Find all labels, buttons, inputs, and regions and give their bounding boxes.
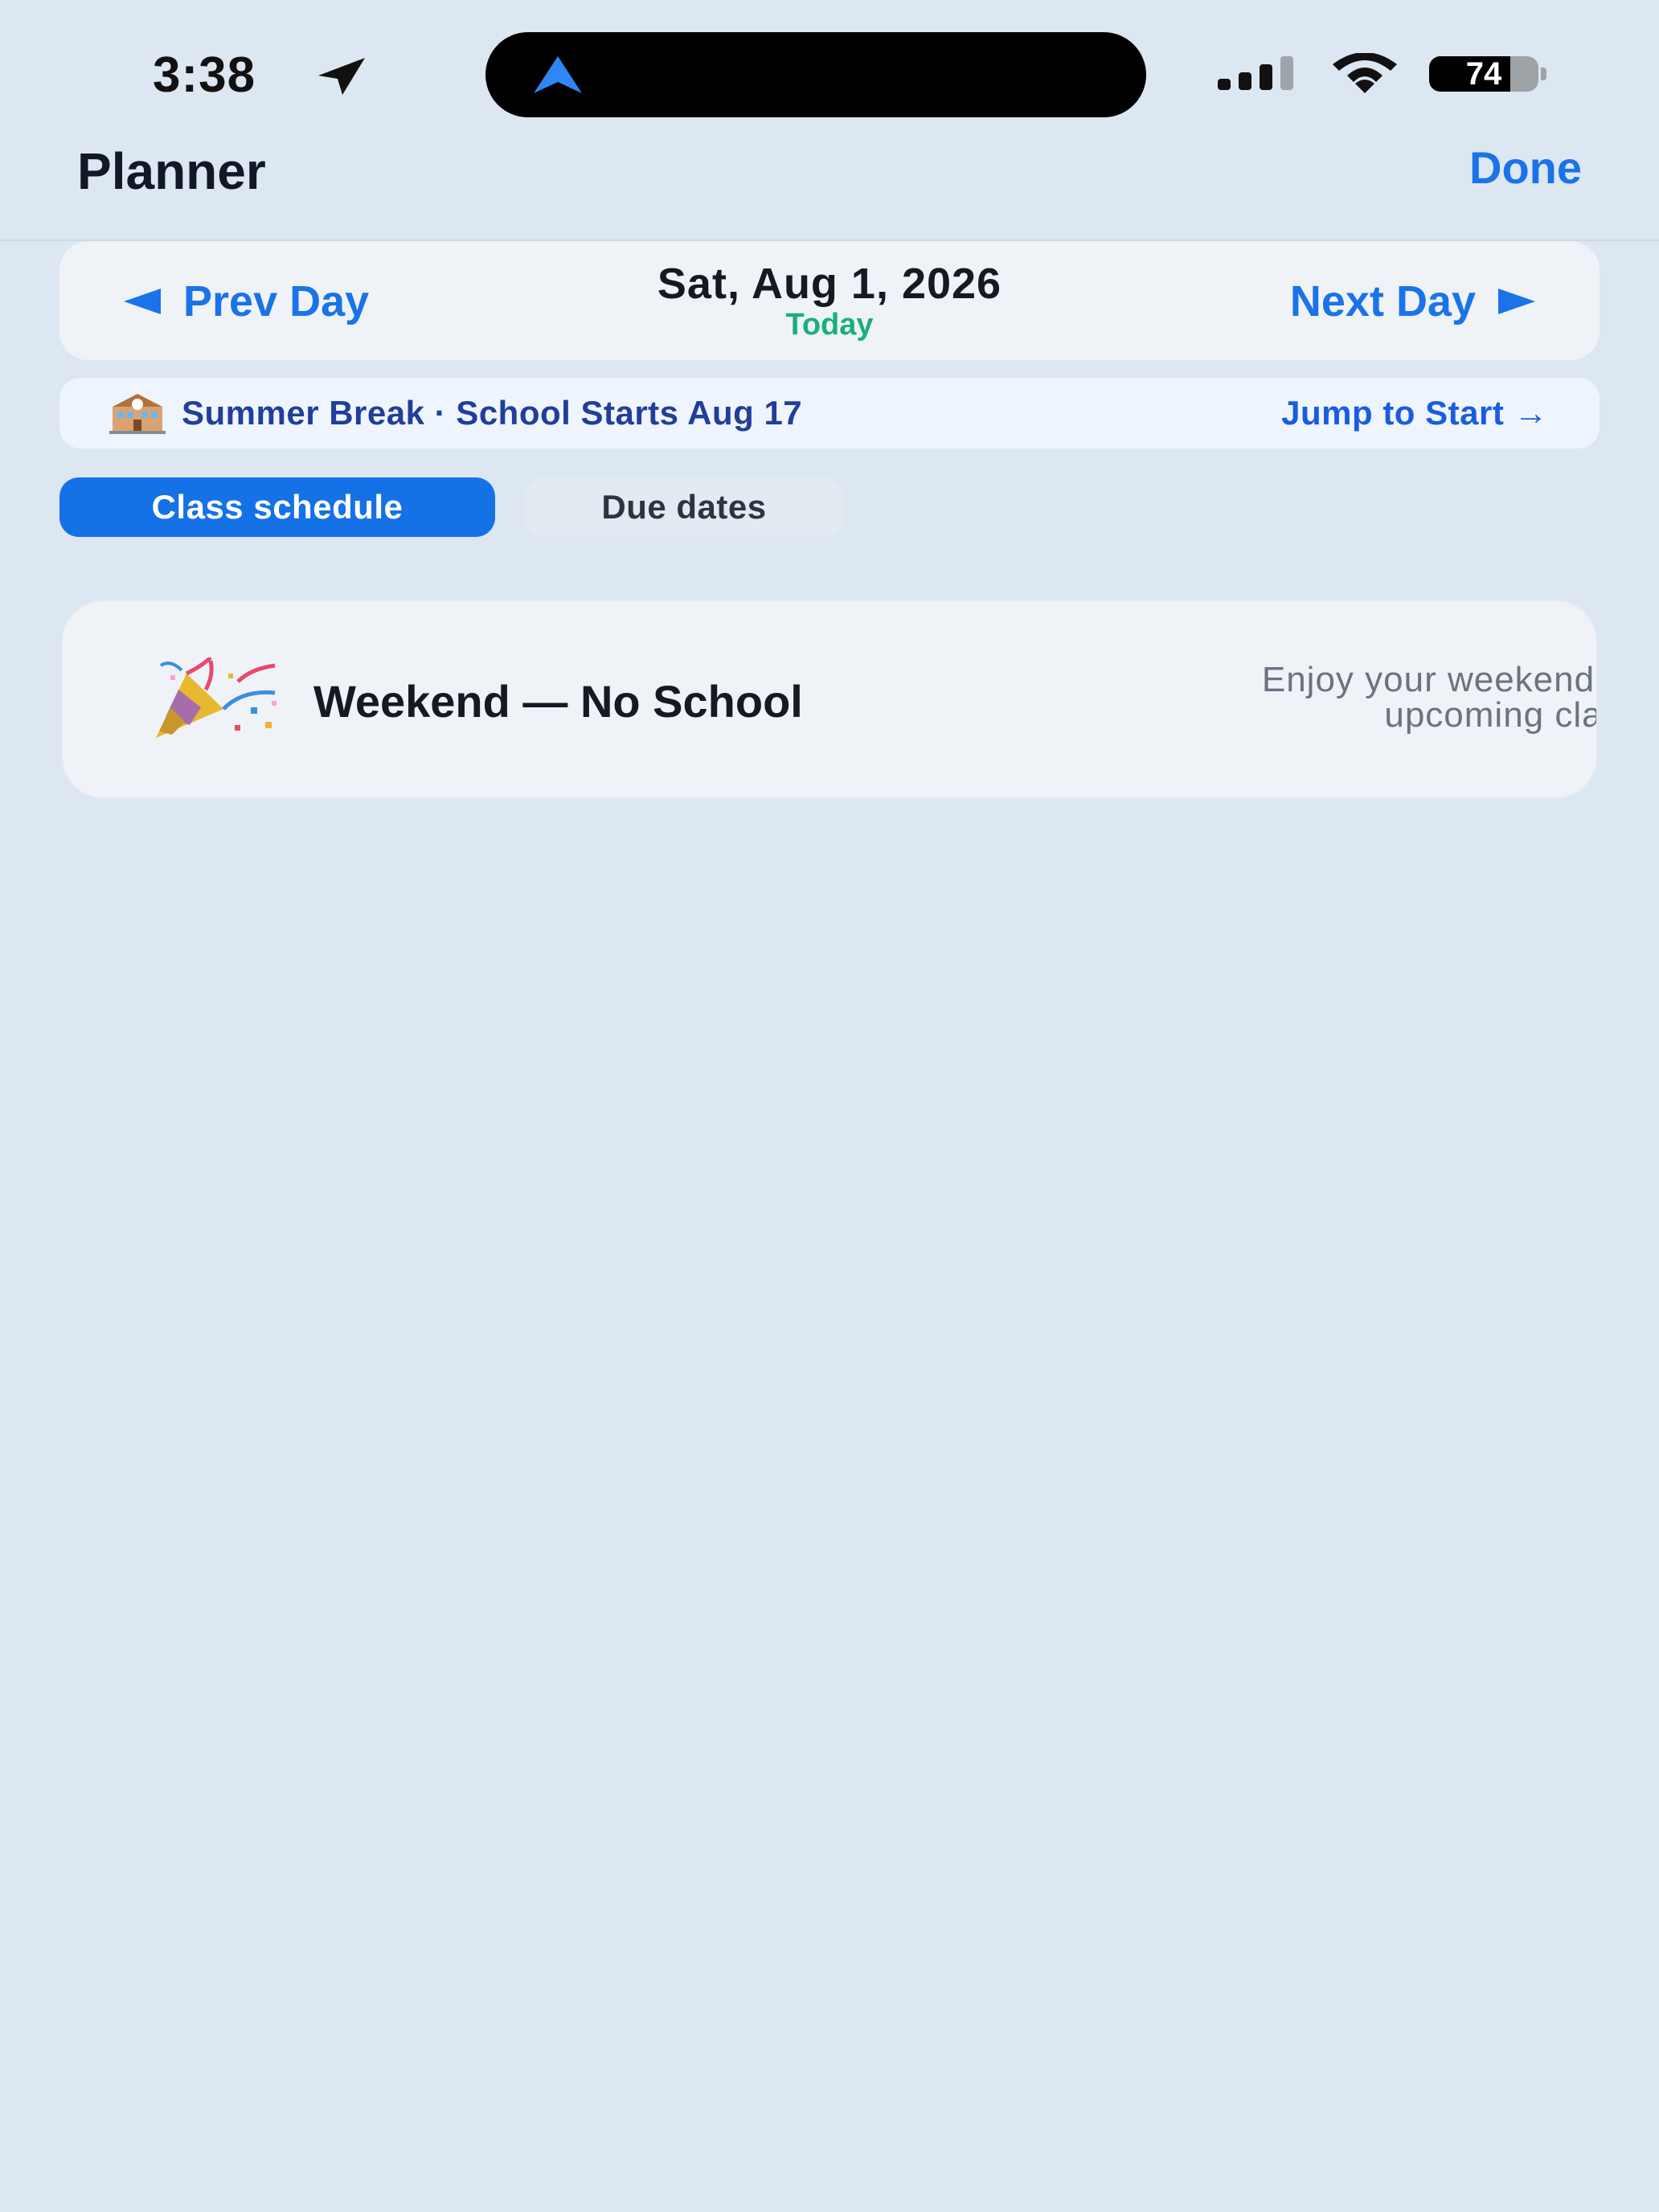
triangle-right-icon	[1498, 289, 1535, 314]
weekend-title: Weekend — No School	[313, 676, 803, 727]
dynamic-island	[485, 32, 1146, 117]
battery-icon: 74	[1429, 56, 1546, 92]
weekend-message-line1: Enjoy your weekend! Switch	[1261, 660, 1598, 699]
next-day-label: Next Day	[1289, 277, 1476, 326]
navigation-arrow-icon	[534, 56, 582, 93]
weekend-card: Weekend — No School Enjoy your weekend! …	[61, 600, 1598, 799]
jump-to-start-link[interactable]: Jump to Start →	[1281, 394, 1548, 432]
status-bar: 3:38 74	[0, 0, 1659, 137]
day-navigator: Prev Day Sat, Aug 1, 2026 Today Next Day	[59, 241, 1600, 360]
page-title: Planner	[77, 142, 266, 200]
done-button[interactable]: Done	[1469, 141, 1582, 194]
wifi-icon	[1333, 53, 1397, 93]
summer-break-banner: Summer Break · School Starts Aug 17 Jump…	[59, 378, 1600, 449]
next-day-button[interactable]: Next Day	[1290, 276, 1535, 326]
weekend-message: Enjoy your weekend! Switch upcoming cla	[1051, 660, 1598, 735]
cellular-signal-icon	[1218, 56, 1293, 90]
party-popper-icon	[156, 657, 276, 738]
summer-break-text: Summer Break · School Starts Aug 17	[182, 394, 803, 432]
planner-screen: 3:38 74 Planner Done Prev Day Sat, Aug 1…	[0, 0, 1659, 2212]
nav-header: Planner Done	[0, 137, 1659, 241]
tab-class-schedule[interactable]: Class schedule	[59, 477, 495, 537]
status-time: 3:38	[153, 47, 256, 103]
tab-due-dates[interactable]: Due dates	[524, 477, 844, 537]
weekend-message-line2: upcoming cla	[1384, 695, 1598, 735]
location-arrow-icon	[318, 58, 365, 95]
battery-level: 74	[1465, 56, 1502, 92]
school-building-icon	[109, 394, 166, 434]
